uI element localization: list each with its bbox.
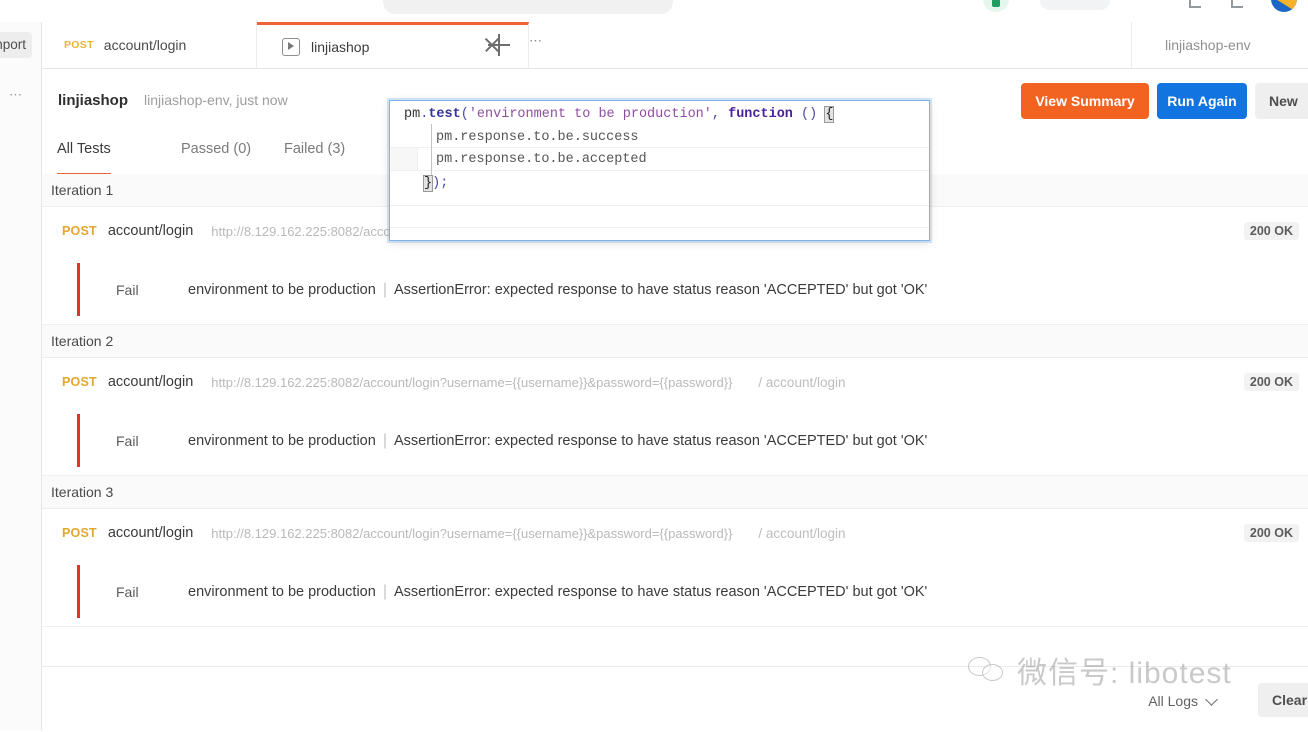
request-path: / account/login <box>758 374 846 390</box>
all-logs-dropdown[interactable]: All Logs <box>1148 692 1218 709</box>
assertion-row: Fail environment to be production | Asse… <box>42 406 1308 476</box>
environment-label: linjiashop-env <box>1165 37 1251 53</box>
assertion-message: AssertionError: expected response to hav… <box>393 281 928 298</box>
postman-runner-window: Import ⋯ POST account/login linjiashop ⋯… <box>0 0 1308 732</box>
fail-indicator-bar <box>77 263 80 316</box>
all-logs-label: All Logs <box>1148 693 1198 709</box>
tab-runner-label: linjiashop <box>311 38 370 55</box>
tab-bar: POST account/login linjiashop ⋯ linjiash… <box>42 22 1308 69</box>
profile-avatar[interactable] <box>1271 0 1297 12</box>
runner-footer: All Logs Clear <box>42 666 1308 732</box>
import-button[interactable]: Import <box>0 32 32 58</box>
assertion-separator: | <box>382 431 387 449</box>
assertion-test-name: environment to be production <box>188 583 376 600</box>
code-line-1: pm.test('environment to be production', … <box>404 106 835 123</box>
browser-chrome-strip <box>0 0 1308 22</box>
run-meta: linjiashop-env, just now <box>144 92 288 108</box>
request-name: account/login <box>107 525 194 541</box>
run-collection-name: linjiashop <box>58 92 129 109</box>
tab-overflow-icon[interactable]: ⋯ <box>529 34 557 54</box>
browser-omnibox[interactable] <box>383 0 673 14</box>
code-line-4: }); <box>422 175 449 192</box>
assertion-state: Fail <box>116 432 139 449</box>
request-url: http://8.129.162.225:8082/account/login?… <box>211 525 733 541</box>
add-tab-icon[interactable] <box>484 30 514 60</box>
assertion-separator: | <box>382 582 387 600</box>
assertion-test-name: environment to be production <box>188 432 376 449</box>
tab-all-tests[interactable]: All Tests <box>57 130 111 176</box>
request-method: POST <box>62 375 97 389</box>
test-script-editor[interactable]: pm.test('environment to be production', … <box>389 100 930 241</box>
left-rail: Import ⋯ <box>0 22 42 731</box>
shield-icon[interactable] <box>983 0 1009 12</box>
environment-selector[interactable]: linjiashop-env <box>1131 22 1308 68</box>
editor-rule <box>390 205 929 206</box>
tab-request-account-login[interactable]: POST account/login <box>42 22 257 68</box>
assertion-message: AssertionError: expected response to hav… <box>393 432 928 449</box>
request-method: POST <box>62 224 97 238</box>
request-method: POST <box>62 526 97 540</box>
chevron-down-icon <box>1205 692 1218 706</box>
run-again-button[interactable]: Run Again <box>1157 83 1247 119</box>
assertion-test-name: environment to be production <box>188 281 376 298</box>
code-line-2: pm.response.to.be.success <box>436 130 639 145</box>
request-name: account/login <box>107 374 194 390</box>
clear-button[interactable]: Clear <box>1258 683 1308 717</box>
assertion-message: AssertionError: expected response to hav… <box>393 583 928 600</box>
tab-method-label: POST <box>64 39 94 51</box>
assertion-row: Fail environment to be production | Asse… <box>42 557 1308 627</box>
tab-request-label: account/login <box>103 37 187 53</box>
assertion-row: Fail environment to be production | Asse… <box>42 255 1308 325</box>
fail-indicator-bar <box>77 414 80 467</box>
rail-more-icon[interactable]: ⋯ <box>9 88 33 104</box>
assertion-separator: | <box>382 280 387 298</box>
results-list[interactable]: Iteration 1 POST account/login http://8.… <box>42 174 1308 666</box>
iteration-header: Iteration 3 <box>42 476 1308 509</box>
extension-pill[interactable] <box>1040 0 1110 10</box>
tab-failed[interactable]: Failed (3) <box>284 130 345 173</box>
editor-rule <box>390 227 929 228</box>
request-path: / account/login <box>758 525 846 541</box>
status-badge: 200 OK <box>1243 524 1299 542</box>
status-badge: 200 OK <box>1243 222 1299 240</box>
code-line-3: pm.response.to.be.accepted <box>436 152 647 167</box>
fail-indicator-bar <box>77 565 80 618</box>
runner-play-icon <box>282 37 300 56</box>
editor-gutter <box>391 148 418 170</box>
request-name: account/login <box>107 223 194 239</box>
request-url: http://8.129.162.225:8082/account/login?… <box>211 374 733 390</box>
iteration-header: Iteration 2 <box>42 325 1308 358</box>
status-badge: 200 OK <box>1243 373 1299 391</box>
tab-passed[interactable]: Passed (0) <box>181 130 251 173</box>
assertion-state: Fail <box>116 281 139 298</box>
request-row[interactable]: POST account/login http://8.129.162.225:… <box>42 358 1308 406</box>
downloads-icon[interactable] <box>1189 0 1201 8</box>
assertion-state: Fail <box>116 583 139 600</box>
menu-icon[interactable] <box>1231 0 1243 8</box>
view-summary-button[interactable]: View Summary <box>1021 83 1149 119</box>
request-row[interactable]: POST account/login http://8.129.162.225:… <box>42 509 1308 557</box>
new-button[interactable]: New <box>1255 83 1308 119</box>
